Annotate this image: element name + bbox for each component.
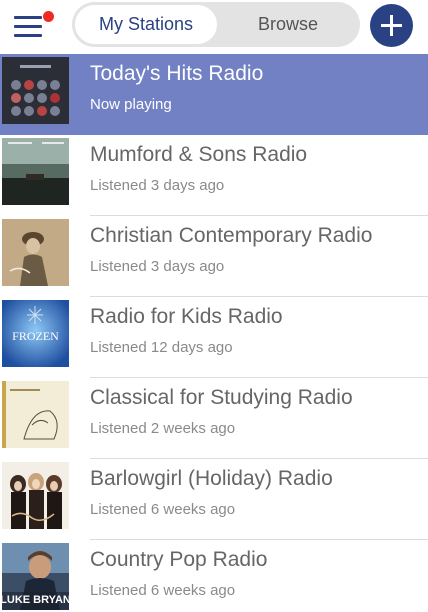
station-row[interactable]: Today's Hits Radio Now playing bbox=[0, 54, 428, 135]
station-row[interactable]: FROZEN Radio for Kids Radio Listened 12 … bbox=[0, 297, 428, 378]
station-status: Listened 6 weeks ago bbox=[90, 501, 236, 518]
add-station-button[interactable] bbox=[370, 4, 413, 47]
station-status: Listened 3 days ago bbox=[90, 177, 225, 194]
station-row[interactable]: Barlowgirl (Holiday) Radio Listened 6 we… bbox=[0, 459, 428, 540]
album-art bbox=[2, 462, 69, 529]
album-art: FROZEN bbox=[2, 300, 69, 367]
album-art bbox=[2, 138, 69, 205]
station-row[interactable]: Christian Contemporary Radio Listened 3 … bbox=[0, 216, 428, 297]
luke-bryan-title-art: LUKE BRYAN bbox=[2, 594, 69, 606]
station-row[interactable]: Mumford & Sons Radio Listened 3 days ago bbox=[0, 135, 428, 216]
station-tabs: My Stations Browse bbox=[72, 2, 360, 47]
station-status: Listened 12 days ago bbox=[90, 339, 233, 356]
station-status: Listened 6 weeks ago bbox=[90, 582, 236, 599]
station-row[interactable]: Classical for Studying Radio Listened 2 … bbox=[0, 378, 428, 459]
station-status: Listened 3 days ago bbox=[90, 258, 225, 275]
station-name: Country Pop Radio bbox=[90, 548, 268, 571]
station-name: Barlowgirl (Holiday) Radio bbox=[90, 467, 333, 490]
station-name: Mumford & Sons Radio bbox=[90, 143, 308, 166]
album-art bbox=[2, 57, 69, 124]
top-bar: My Stations Browse bbox=[0, 0, 428, 54]
frozen-title-art: FROZEN bbox=[12, 329, 59, 343]
station-name: Classical for Studying Radio bbox=[90, 386, 353, 409]
album-art: LUKE BRYAN bbox=[2, 543, 69, 610]
album-art bbox=[2, 381, 69, 448]
tab-my-stations[interactable]: My Stations bbox=[75, 5, 217, 44]
station-status: Now playing bbox=[90, 96, 172, 113]
station-row[interactable]: LUKE BRYAN Country Pop Radio Listened 6 … bbox=[0, 540, 428, 612]
station-status: Listened 2 weeks ago bbox=[90, 420, 236, 437]
tab-browse[interactable]: Browse bbox=[220, 5, 356, 44]
station-name: Radio for Kids Radio bbox=[90, 305, 283, 328]
album-art bbox=[2, 219, 69, 286]
station-name: Today's Hits Radio bbox=[90, 62, 264, 85]
notification-dot bbox=[43, 11, 54, 22]
hamburger-menu-icon bbox=[14, 16, 42, 19]
menu-button[interactable] bbox=[14, 11, 54, 41]
station-name: Christian Contemporary Radio bbox=[90, 224, 373, 247]
